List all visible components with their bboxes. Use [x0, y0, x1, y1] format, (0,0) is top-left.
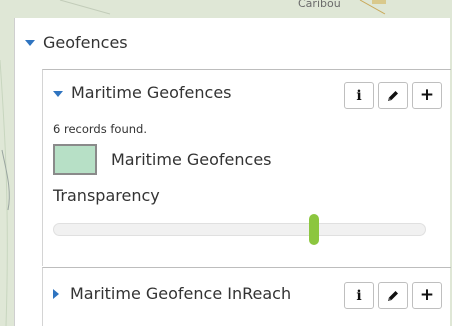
- info-button[interactable]: i: [344, 82, 374, 109]
- pencil-icon: [388, 290, 398, 301]
- layer-action-buttons: i +: [344, 282, 442, 309]
- layer-header-maritime-geofence-inreach[interactable]: Maritime Geofence InReach: [53, 284, 291, 303]
- plus-icon: +: [419, 285, 435, 305]
- add-button[interactable]: +: [412, 82, 442, 109]
- layer-action-buttons: i +: [344, 82, 442, 109]
- edit-button[interactable]: [378, 282, 408, 309]
- transparency-slider-track[interactable]: [53, 214, 426, 245]
- layer-header-maritime-geofences[interactable]: Maritime Geofences: [53, 83, 232, 102]
- geofences-group-title: Geofences: [43, 32, 128, 52]
- layer-maritime-geofences: Maritime Geofences i + 6 records found. …: [42, 69, 451, 266]
- info-icon: i: [356, 87, 362, 104]
- edit-button[interactable]: [378, 82, 408, 109]
- layer-title-maritime-geofence-inreach: Maritime Geofence InReach: [70, 284, 292, 303]
- legend-label: Maritime Geofences: [111, 150, 272, 169]
- plus-icon: +: [419, 85, 435, 105]
- info-button[interactable]: i: [344, 282, 374, 309]
- geofences-panel: Geofences Maritime Geofences i + 6 recor…: [14, 18, 451, 326]
- layer-title-maritime-geofences: Maritime Geofences: [71, 83, 232, 102]
- collapse-triangle-icon[interactable]: [53, 90, 63, 97]
- geofences-group-header[interactable]: Geofences: [25, 30, 128, 54]
- map-place-label: Caribou: [298, 0, 341, 10]
- layer-maritime-geofence-inreach: Maritime Geofence InReach i +: [42, 267, 451, 326]
- collapse-triangle-icon[interactable]: [25, 40, 35, 46]
- info-icon: i: [356, 287, 362, 304]
- transparency-label: Transparency: [53, 186, 160, 205]
- transparency-slider-handle[interactable]: [308, 214, 319, 245]
- pencil-icon: [388, 90, 398, 101]
- add-button[interactable]: +: [412, 282, 442, 309]
- expand-triangle-icon[interactable]: [53, 288, 59, 299]
- legend-row: Maritime Geofences: [53, 144, 272, 175]
- records-found-text: 6 records found.: [53, 122, 147, 136]
- legend-swatch: [53, 144, 97, 175]
